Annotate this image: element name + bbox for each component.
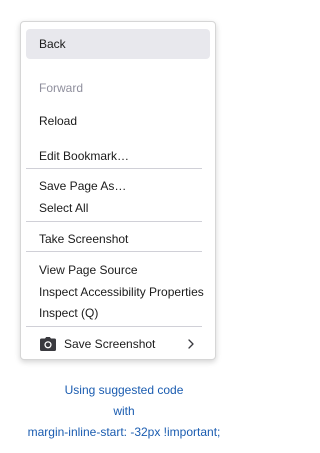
menu-item-back[interactable]: Back: [26, 29, 210, 59]
menu-item-label: Inspect Accessibility Properties: [39, 285, 204, 299]
menu-item-label: Select All: [39, 201, 89, 215]
menu-item-label: Save Screenshot: [64, 337, 156, 351]
menu-separator: [26, 326, 202, 327]
caption-line-2: with: [113, 404, 135, 418]
menu-separator: [26, 251, 202, 252]
chevron-right-icon: [188, 339, 194, 349]
menu-separator: [26, 221, 202, 222]
menu-item-reload[interactable]: Reload: [26, 106, 210, 136]
menu-item-forward: Forward: [26, 73, 210, 103]
menu-item-label: View Page Source: [39, 263, 138, 277]
menu-item-save-screenshot[interactable]: Save Screenshot: [26, 329, 210, 359]
menu-item-label: Take Screenshot: [39, 232, 129, 246]
menu-item-label: Save Page As…: [39, 179, 127, 193]
context-menu: Back Forward Reload Edit Bookmark… Save …: [20, 21, 216, 360]
menu-item-label: Inspect (Q): [39, 306, 99, 320]
caption-line-1: Using suggested code: [64, 383, 184, 397]
menu-item-edit-bookmark[interactable]: Edit Bookmark…: [26, 141, 210, 171]
menu-item-label: Forward: [39, 81, 84, 95]
menu-item-inspect[interactable]: Inspect (Q): [26, 298, 210, 328]
menu-item-label: Edit Bookmark…: [39, 149, 130, 163]
menu-separator: [26, 168, 202, 169]
menu-item-select-all[interactable]: Select All: [26, 193, 210, 223]
menu-item-take-screenshot[interactable]: Take Screenshot: [26, 224, 210, 254]
menu-item-label: Back: [39, 37, 66, 51]
menu-item-label: Reload: [39, 114, 78, 128]
camera-icon: [40, 337, 56, 351]
caption-line-3: margin-inline-start: -32px !important;: [27, 425, 221, 439]
